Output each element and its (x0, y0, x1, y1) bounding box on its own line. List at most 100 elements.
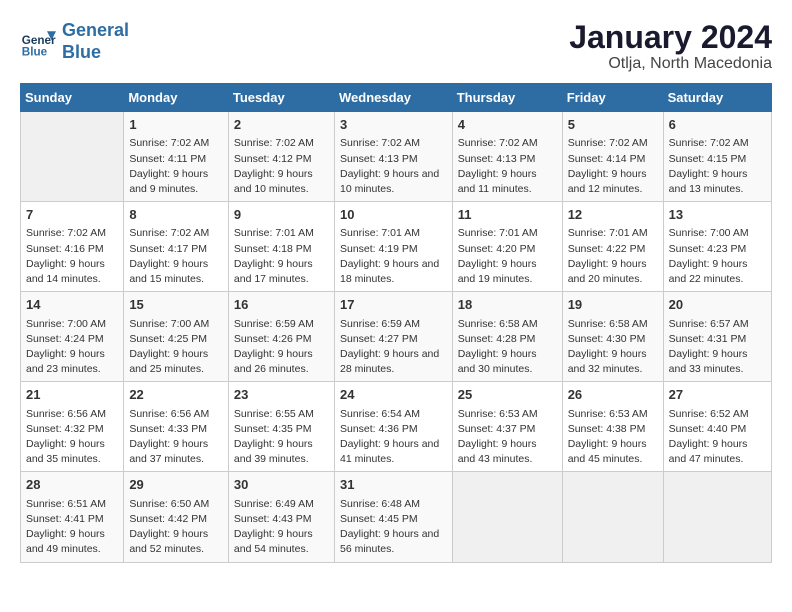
page-header: General Blue GeneralBlue January 2024 Ot… (20, 20, 772, 73)
logo-text: GeneralBlue (62, 20, 129, 63)
day-number: 14 (26, 296, 118, 314)
day-number: 27 (669, 386, 766, 404)
day-number: 21 (26, 386, 118, 404)
calendar-cell: 1 Sunrise: 7:02 AMSunset: 4:11 PMDaylight… (124, 112, 229, 202)
day-number: 19 (568, 296, 658, 314)
day-info: Sunrise: 7:01 AMSunset: 4:18 PMDaylight:… (234, 226, 329, 287)
day-info: Sunrise: 6:57 AMSunset: 4:31 PMDaylight:… (669, 317, 766, 378)
day-number: 5 (568, 116, 658, 134)
day-info: Sunrise: 7:02 AMSunset: 4:15 PMDaylight:… (669, 136, 766, 197)
day-number: 4 (458, 116, 557, 134)
day-number: 12 (568, 206, 658, 224)
calendar-cell: 7Sunrise: 7:02 AMSunset: 4:16 PMDaylight… (21, 202, 124, 292)
day-info: Sunrise: 6:55 AMSunset: 4:35 PMDaylight:… (234, 407, 329, 468)
calendar-cell: 5 Sunrise: 7:02 AMSunset: 4:14 PMDaylight… (562, 112, 663, 202)
calendar-cell: 11 Sunrise: 7:01 AMSunset: 4:20 PMDayligh… (452, 202, 562, 292)
day-number: 15 (129, 296, 223, 314)
day-info: Sunrise: 7:00 AMSunset: 4:25 PMDaylight:… (129, 317, 223, 378)
day-number: 20 (669, 296, 766, 314)
day-info: Sunrise: 7:00 AMSunset: 4:23 PMDaylight:… (669, 226, 766, 287)
calendar-week-row: 7Sunrise: 7:02 AMSunset: 4:16 PMDaylight… (21, 202, 772, 292)
day-info: Sunrise: 7:01 AMSunset: 4:20 PMDaylight:… (458, 226, 557, 287)
calendar-header-row: SundayMondayTuesdayWednesdayThursdayFrid… (21, 84, 772, 112)
day-info: Sunrise: 6:52 AMSunset: 4:40 PMDaylight:… (669, 407, 766, 468)
day-number: 31 (340, 476, 447, 494)
calendar-cell: 17 Sunrise: 6:59 AMSunset: 4:27 PMDayligh… (334, 292, 452, 382)
calendar-week-row: 14 Sunrise: 7:00 AMSunset: 4:24 PMDayligh… (21, 292, 772, 382)
day-info: Sunrise: 6:48 AMSunset: 4:45 PMDaylight:… (340, 497, 447, 558)
calendar-cell: 4 Sunrise: 7:02 AMSunset: 4:13 PMDaylight… (452, 112, 562, 202)
day-info: Sunrise: 6:54 AMSunset: 4:36 PMDaylight:… (340, 407, 447, 468)
column-header-monday: Monday (124, 84, 229, 112)
day-info: Sunrise: 6:51 AMSunset: 4:41 PMDaylight:… (26, 497, 118, 558)
svg-text:Blue: Blue (22, 45, 48, 58)
calendar-cell: 16Sunrise: 6:59 AMSunset: 4:26 PMDayligh… (228, 292, 334, 382)
logo-icon: General Blue (20, 24, 56, 60)
day-number: 25 (458, 386, 557, 404)
day-number: 28 (26, 476, 118, 494)
calendar-cell: 12 Sunrise: 7:01 AMSunset: 4:22 PMDayligh… (562, 202, 663, 292)
day-info: Sunrise: 7:02 AMSunset: 4:17 PMDaylight:… (129, 226, 223, 287)
day-info: Sunrise: 6:59 AMSunset: 4:27 PMDaylight:… (340, 317, 447, 378)
calendar-cell: 29 Sunrise: 6:50 AMSunset: 4:42 PMDayligh… (124, 472, 229, 562)
calendar-cell (21, 112, 124, 202)
day-info: Sunrise: 7:02 AMSunset: 4:13 PMDaylight:… (458, 136, 557, 197)
title-area: January 2024 Otlja, North Macedonia (569, 20, 772, 73)
calendar-cell: 28 Sunrise: 6:51 AMSunset: 4:41 PMDayligh… (21, 472, 124, 562)
calendar-cell: 19 Sunrise: 6:58 AMSunset: 4:30 PMDayligh… (562, 292, 663, 382)
day-number: 29 (129, 476, 223, 494)
location-title: Otlja, North Macedonia (569, 55, 772, 73)
calendar-week-row: 21 Sunrise: 6:56 AMSunset: 4:32 PMDayligh… (21, 382, 772, 472)
calendar-cell (562, 472, 663, 562)
calendar-table: SundayMondayTuesdayWednesdayThursdayFrid… (20, 83, 772, 562)
column-header-friday: Friday (562, 84, 663, 112)
day-number: 8 (129, 206, 223, 224)
day-info: Sunrise: 7:01 AMSunset: 4:22 PMDaylight:… (568, 226, 658, 287)
calendar-cell: 26Sunrise: 6:53 AMSunset: 4:38 PMDayligh… (562, 382, 663, 472)
calendar-cell: 3 Sunrise: 7:02 AMSunset: 4:13 PMDaylight… (334, 112, 452, 202)
calendar-cell (663, 472, 771, 562)
calendar-week-row: 1 Sunrise: 7:02 AMSunset: 4:11 PMDaylight… (21, 112, 772, 202)
month-title: January 2024 (569, 20, 772, 55)
day-info: Sunrise: 6:58 AMSunset: 4:30 PMDaylight:… (568, 317, 658, 378)
calendar-cell: 21 Sunrise: 6:56 AMSunset: 4:32 PMDayligh… (21, 382, 124, 472)
day-info: Sunrise: 7:00 AMSunset: 4:24 PMDaylight:… (26, 317, 118, 378)
day-info: Sunrise: 6:56 AMSunset: 4:32 PMDaylight:… (26, 407, 118, 468)
day-info: Sunrise: 6:50 AMSunset: 4:42 PMDaylight:… (129, 497, 223, 558)
day-number: 24 (340, 386, 447, 404)
calendar-cell: 15 Sunrise: 7:00 AMSunset: 4:25 PMDayligh… (124, 292, 229, 382)
column-header-thursday: Thursday (452, 84, 562, 112)
calendar-cell: 2Sunrise: 7:02 AMSunset: 4:12 PMDaylight… (228, 112, 334, 202)
day-info: Sunrise: 6:56 AMSunset: 4:33 PMDaylight:… (129, 407, 223, 468)
calendar-cell: 10Sunrise: 7:01 AMSunset: 4:19 PMDayligh… (334, 202, 452, 292)
day-number: 9 (234, 206, 329, 224)
day-info: Sunrise: 6:49 AMSunset: 4:43 PMDaylight:… (234, 497, 329, 558)
calendar-cell: 24 Sunrise: 6:54 AMSunset: 4:36 PMDayligh… (334, 382, 452, 472)
calendar-cell: 18Sunrise: 6:58 AMSunset: 4:28 PMDayligh… (452, 292, 562, 382)
day-number: 30 (234, 476, 329, 494)
day-number: 23 (234, 386, 329, 404)
day-number: 3 (340, 116, 447, 134)
day-info: Sunrise: 6:58 AMSunset: 4:28 PMDaylight:… (458, 317, 557, 378)
day-info: Sunrise: 7:01 AMSunset: 4:19 PMDaylight:… (340, 226, 447, 287)
day-info: Sunrise: 6:53 AMSunset: 4:38 PMDaylight:… (568, 407, 658, 468)
day-number: 1 (129, 116, 223, 134)
day-number: 17 (340, 296, 447, 314)
calendar-cell: 9 Sunrise: 7:01 AMSunset: 4:18 PMDaylight… (228, 202, 334, 292)
day-info: Sunrise: 7:02 AMSunset: 4:11 PMDaylight:… (129, 136, 223, 197)
day-info: Sunrise: 7:02 AMSunset: 4:13 PMDaylight:… (340, 136, 447, 197)
calendar-cell: 27 Sunrise: 6:52 AMSunset: 4:40 PMDayligh… (663, 382, 771, 472)
column-header-saturday: Saturday (663, 84, 771, 112)
calendar-cell: 20 Sunrise: 6:57 AMSunset: 4:31 PMDayligh… (663, 292, 771, 382)
day-info: Sunrise: 7:02 AMSunset: 4:14 PMDaylight:… (568, 136, 658, 197)
day-number: 11 (458, 206, 557, 224)
day-number: 13 (669, 206, 766, 224)
day-number: 6 (669, 116, 766, 134)
day-number: 2 (234, 116, 329, 134)
calendar-cell: 31 Sunrise: 6:48 AMSunset: 4:45 PMDayligh… (334, 472, 452, 562)
calendar-cell: 30 Sunrise: 6:49 AMSunset: 4:43 PMDayligh… (228, 472, 334, 562)
logo: General Blue GeneralBlue (20, 20, 129, 63)
day-info: Sunrise: 6:53 AMSunset: 4:37 PMDaylight:… (458, 407, 557, 468)
column-header-wednesday: Wednesday (334, 84, 452, 112)
day-info: Sunrise: 7:02 AMSunset: 4:16 PMDaylight:… (26, 226, 118, 287)
